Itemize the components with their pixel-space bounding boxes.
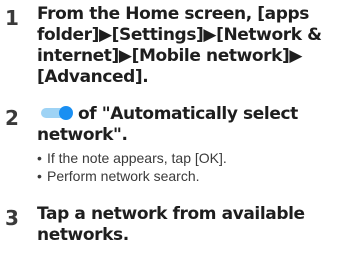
- toggle-switch-on-icon: [41, 106, 74, 120]
- step-notes: • If the note appears, tap [OK]. • Perform…: [37, 149, 355, 185]
- step-title-line: internet]▶[Mobile network]▶: [37, 46, 303, 66]
- step-number: 3: [5, 206, 19, 230]
- step-title-line: From the Home screen, [apps: [37, 4, 309, 24]
- instruction-steps: 1 From the Home screen, [apps folder]▶[S…: [0, 0, 355, 276]
- step-3: 3 Tap a network from available networks.: [0, 204, 355, 254]
- step-title-line: folder]▶[Settings]▶[Network &: [37, 25, 322, 45]
- step-number: 2: [5, 106, 19, 130]
- step-note-text: If the note appears, tap [OK].: [47, 150, 227, 166]
- step-title-line: networks.: [37, 225, 129, 245]
- step-title: From the Home screen, [apps folder]▶[Set…: [37, 4, 355, 88]
- step-note: • If the note appears, tap [OK].: [37, 149, 355, 167]
- step-2: 2 of "Automatically select network". • If…: [0, 104, 355, 194]
- step-title: Tap a network from available networks.: [37, 204, 355, 246]
- step-title-line: of "Automatically select: [37, 104, 355, 125]
- step-1: 1 From the Home screen, [apps folder]▶[S…: [0, 4, 355, 94]
- toggle-knob: [59, 106, 73, 120]
- step-title-line: [Advanced].: [37, 67, 149, 87]
- step-title: of "Automatically select network".: [37, 104, 355, 146]
- step-title-line: Tap a network from available: [37, 204, 305, 224]
- step-number: 1: [5, 6, 19, 30]
- step-note: • Perform network search.: [37, 167, 355, 185]
- step-title-line: network".: [37, 125, 128, 145]
- step-title-text: of "Automatically select: [78, 104, 298, 124]
- bullet-icon: •: [37, 150, 42, 166]
- step-note-text: Perform network search.: [47, 168, 200, 184]
- bullet-icon: •: [37, 168, 42, 184]
